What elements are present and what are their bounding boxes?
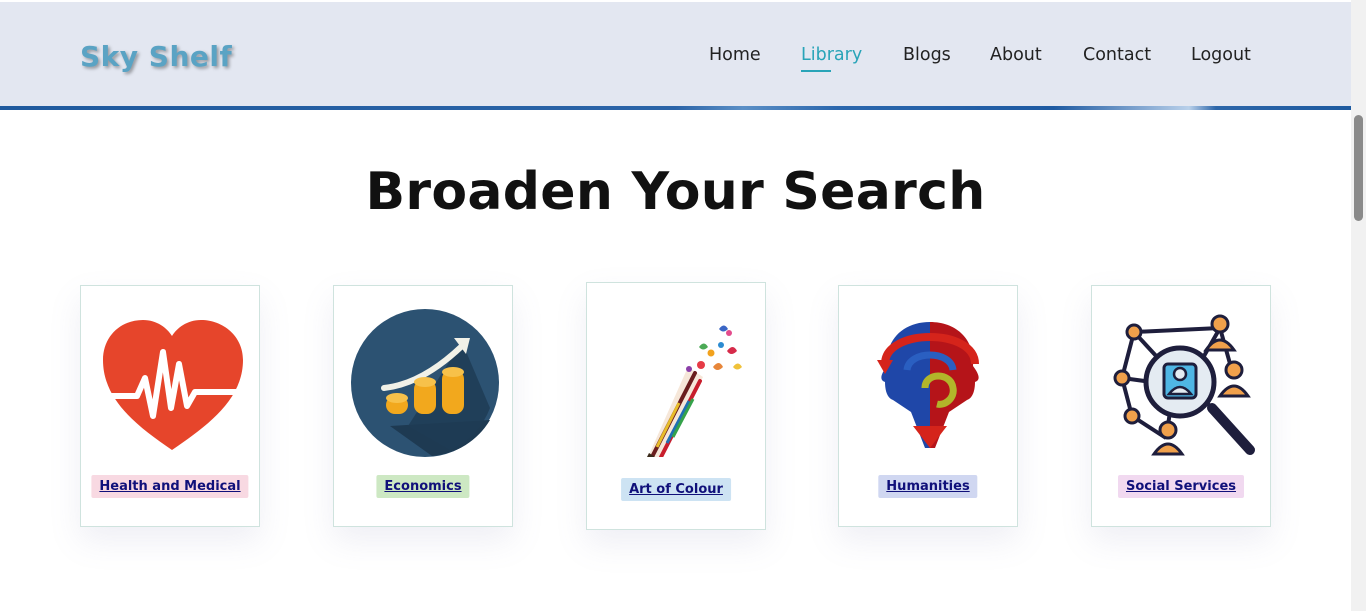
nav-logout[interactable]: Logout (1191, 45, 1251, 65)
scrollbar-track[interactable] (1351, 0, 1366, 611)
network-people-icon (1113, 314, 1255, 456)
category-link-art[interactable]: Art of Colour (621, 478, 731, 501)
site-logo[interactable]: Sky Shelf (80, 40, 232, 73)
category-link-economics[interactable]: Economics (376, 475, 470, 498)
category-card-humanities[interactable]: Humanities (838, 285, 1018, 527)
category-link-humanities[interactable]: Humanities (878, 475, 978, 498)
paint-brush-butterflies-icon (647, 325, 742, 457)
category-card-health[interactable]: Health and Medical (80, 285, 260, 527)
category-link-social[interactable]: Social Services (1118, 475, 1244, 498)
heart-pulse-icon (103, 320, 243, 450)
category-link-health[interactable]: Health and Medical (91, 475, 249, 498)
category-card-economics[interactable]: Economics (333, 285, 513, 527)
category-card-art[interactable]: Art of Colour (586, 282, 766, 530)
nav-home[interactable]: Home (709, 45, 761, 65)
nav-about[interactable]: About (990, 45, 1042, 65)
header-accent-bar (0, 106, 1351, 110)
head-profiles-icon (877, 322, 979, 448)
growth-coins-icon (351, 309, 499, 457)
category-card-social[interactable]: Social Services (1091, 285, 1271, 527)
page-title: Broaden Your Search (365, 162, 986, 222)
page: Sky Shelf Home Library Blogs About Conta… (0, 0, 1366, 611)
site-header: Sky Shelf Home Library Blogs About Conta… (0, 2, 1351, 108)
nav-blogs[interactable]: Blogs (903, 45, 951, 65)
nav-library[interactable]: Library (801, 45, 862, 72)
scrollbar-thumb[interactable] (1354, 115, 1363, 221)
nav-contact[interactable]: Contact (1083, 45, 1151, 65)
